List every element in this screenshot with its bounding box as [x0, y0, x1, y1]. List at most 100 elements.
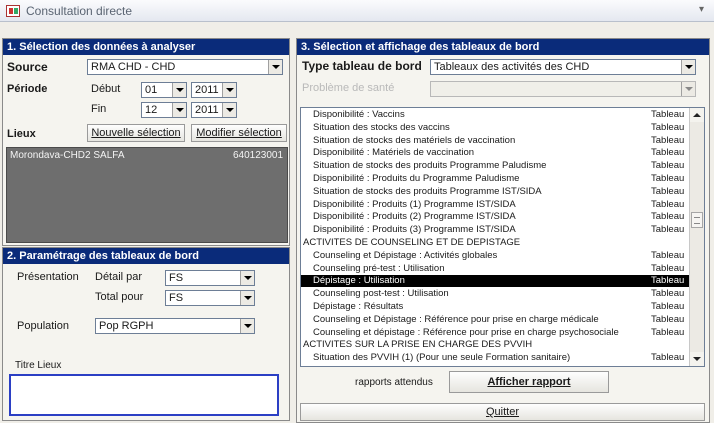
- detail-par-label: Détail par: [95, 271, 143, 283]
- lieux-list-item[interactable]: Morondava-CHD2 SALFA 640123001: [7, 149, 287, 163]
- debut-label: Début: [91, 83, 121, 95]
- fin-month-select[interactable]: 12: [141, 102, 187, 118]
- list-item-label: Disponibilité : Produits (2) Programme I…: [313, 211, 516, 223]
- list-item[interactable]: Dépistage : Résultats Tableau: [301, 301, 690, 313]
- section1-header: 1. Sélection des données à analyser: [3, 39, 289, 55]
- list-item-label: Disponibilité : Matériels de vaccination: [313, 147, 475, 159]
- chevron-down-icon[interactable]: [240, 271, 254, 285]
- list-item[interactable]: Situation de stocks des produits Program…: [301, 160, 690, 172]
- lieux-list[interactable]: Morondava-CHD2 SALFA 640123001: [6, 147, 288, 243]
- list-item-label: Situation de stocks des matériels de vac…: [313, 134, 516, 146]
- titre-lieux-field[interactable]: [9, 374, 279, 416]
- list-item-label: Situation de stocks des produits Program…: [313, 185, 542, 197]
- list-item-type: Tableau: [651, 109, 685, 120]
- type-tableau-select[interactable]: Tableaux des activités des CHD: [430, 59, 696, 75]
- list-item-type: Tableau: [651, 185, 685, 197]
- scroll-down-icon[interactable]: [690, 352, 704, 366]
- afficher-rapport-label: Afficher rapport: [487, 376, 571, 388]
- list-item-label: Situation de stocks des produits Program…: [313, 160, 547, 172]
- chevron-down-icon[interactable]: [681, 60, 695, 74]
- debut-year-value: 2011: [195, 84, 219, 96]
- dashboard-display-panel: 3. Sélection et affichage des tableaux d…: [296, 38, 710, 423]
- list-item[interactable]: Counseling et Dépistage : Référence pour…: [301, 314, 690, 326]
- quitter-label: Quitter: [485, 406, 519, 418]
- list-item[interactable]: Disponibilité : Vaccins Tableau: [301, 109, 690, 121]
- list-group-header[interactable]: ACTIVITES DE COUNSELING ET DE DEPISTAGE: [301, 237, 690, 249]
- modifier-selection-button[interactable]: Modifier sélection: [191, 124, 287, 142]
- list-scrollbar[interactable]: [689, 108, 704, 366]
- type-tableau-label-text: Type tableau de bord: [302, 59, 422, 73]
- list-item-type: Tableau: [651, 288, 685, 300]
- tableaux-list[interactable]: Disponibilité : Vaccins Tableau Situation …: [300, 107, 705, 367]
- scroll-thumb[interactable]: [691, 212, 703, 228]
- list-item-type: Tableau: [651, 160, 685, 172]
- population-select[interactable]: Pop RGPH: [95, 318, 255, 334]
- list-item[interactable]: Counseling post-test : Utilisation Tablea…: [301, 288, 690, 300]
- type-tableau-value: Tableaux des activités des CHD: [434, 61, 590, 73]
- chevron-down-icon[interactable]: [172, 83, 186, 97]
- probleme-sante-select[interactable]: [430, 81, 696, 97]
- quitter-button[interactable]: Quitter: [300, 403, 705, 421]
- chevron-down-icon[interactable]: [222, 83, 236, 97]
- list-item-type: Tableau: [651, 134, 685, 146]
- type-tableau-label: Type tableau de bord: [302, 59, 422, 73]
- list-item[interactable]: Counseling et dépistage : Référence pour…: [301, 327, 690, 339]
- list-item-label: Situation des stocks des vaccins: [313, 121, 450, 133]
- total-pour-value: FS: [169, 292, 184, 304]
- list-item[interactable]: Situation des PVVIH (1) (Pour une seule …: [301, 352, 690, 364]
- window-menu-icon[interactable]: ▾: [699, 4, 704, 15]
- list-item-type: Tableau: [651, 173, 685, 184]
- chevron-down-icon[interactable]: [240, 291, 254, 305]
- list-item-type: Tableau: [651, 301, 685, 312]
- list-item[interactable]: Situation de stocks des matériels de vac…: [301, 135, 690, 147]
- nouvelle-selection-label: Nouvelle sélection: [91, 127, 181, 139]
- section3-header: 3. Sélection et affichage des tableaux d…: [297, 39, 709, 55]
- list-item-label: Counseling et Dépistage : Activités glob…: [313, 249, 498, 261]
- list-item[interactable]: Disponibilité : Produits (3) Programme I…: [301, 224, 690, 236]
- afficher-rapport-button[interactable]: Afficher rapport: [449, 371, 609, 393]
- population-label: Population: [17, 320, 69, 332]
- detail-par-select[interactable]: FS: [165, 270, 255, 286]
- list-item-label: Disponibilité : Vaccins: [313, 109, 405, 120]
- list-item-type: Tableau: [651, 121, 685, 133]
- list-item[interactable]: Counseling pré-test : Utilisation Tableau: [301, 263, 690, 275]
- app-icon: [6, 4, 20, 17]
- list-item[interactable]: Disponibilité : Produits (1) Programme I…: [301, 199, 690, 211]
- list-item[interactable]: Disponibilité : Produits (2) Programme I…: [301, 211, 690, 223]
- periode-label: Période: [7, 83, 48, 95]
- debut-month-value: 01: [145, 84, 158, 96]
- presentation-label: Présentation: [17, 271, 79, 283]
- debut-year-select[interactable]: 2011: [191, 82, 237, 98]
- debut-month-select[interactable]: 01: [141, 82, 187, 98]
- window-titlebar: Consultation directe ▾: [0, 0, 714, 22]
- scroll-up-icon[interactable]: [690, 108, 704, 122]
- list-item[interactable]: Situation des stocks des vaccins Tableau: [301, 122, 690, 134]
- total-pour-select[interactable]: FS: [165, 290, 255, 306]
- window-title: Consultation directe: [26, 3, 133, 18]
- chevron-down-icon[interactable]: [268, 60, 282, 74]
- lieux-label: Lieux: [7, 128, 36, 140]
- rapports-attendus-label: rapports attendus: [355, 377, 433, 388]
- list-item-type: Tableau: [651, 198, 685, 210]
- list-item-type: Tableau: [651, 147, 685, 159]
- chevron-down-icon[interactable]: [222, 103, 236, 117]
- chevron-down-icon[interactable]: [172, 103, 186, 117]
- fin-label: Fin: [91, 103, 107, 115]
- list-item[interactable]: Situation de stocks des produits Program…: [301, 186, 690, 198]
- list-item-type: Tableau: [651, 313, 685, 325]
- list-group-header[interactable]: ACTIVITES SUR LA PRISE EN CHARGE DES PVV…: [301, 339, 690, 351]
- chevron-down-icon[interactable]: [240, 319, 254, 333]
- list-item-label: Disponibilité : Produits (1) Programme I…: [313, 198, 516, 210]
- nouvelle-selection-button[interactable]: Nouvelle sélection: [87, 124, 185, 142]
- fin-year-select[interactable]: 2011: [191, 102, 237, 118]
- list-item[interactable]: Dépistage : Utilisation Tableau: [301, 275, 690, 287]
- list-item-label: Counseling et Dépistage : Référence pour…: [313, 313, 599, 325]
- list-item[interactable]: Disponibilité : Matériels de vaccination…: [301, 147, 690, 159]
- list-item[interactable]: Counseling et Dépistage : Activités glob…: [301, 250, 690, 262]
- list-item[interactable]: Disponibilité : Produits du Programme Pa…: [301, 173, 690, 185]
- list-item-label: ACTIVITES DE COUNSELING ET DE DEPISTAGE: [303, 237, 521, 248]
- modifier-selection-label: Modifier sélection: [196, 127, 282, 139]
- chevron-down-icon[interactable]: [681, 82, 695, 96]
- list-item-label: Counseling et dépistage : Référence pour…: [313, 326, 619, 338]
- source-select[interactable]: RMA CHD - CHD: [87, 59, 283, 75]
